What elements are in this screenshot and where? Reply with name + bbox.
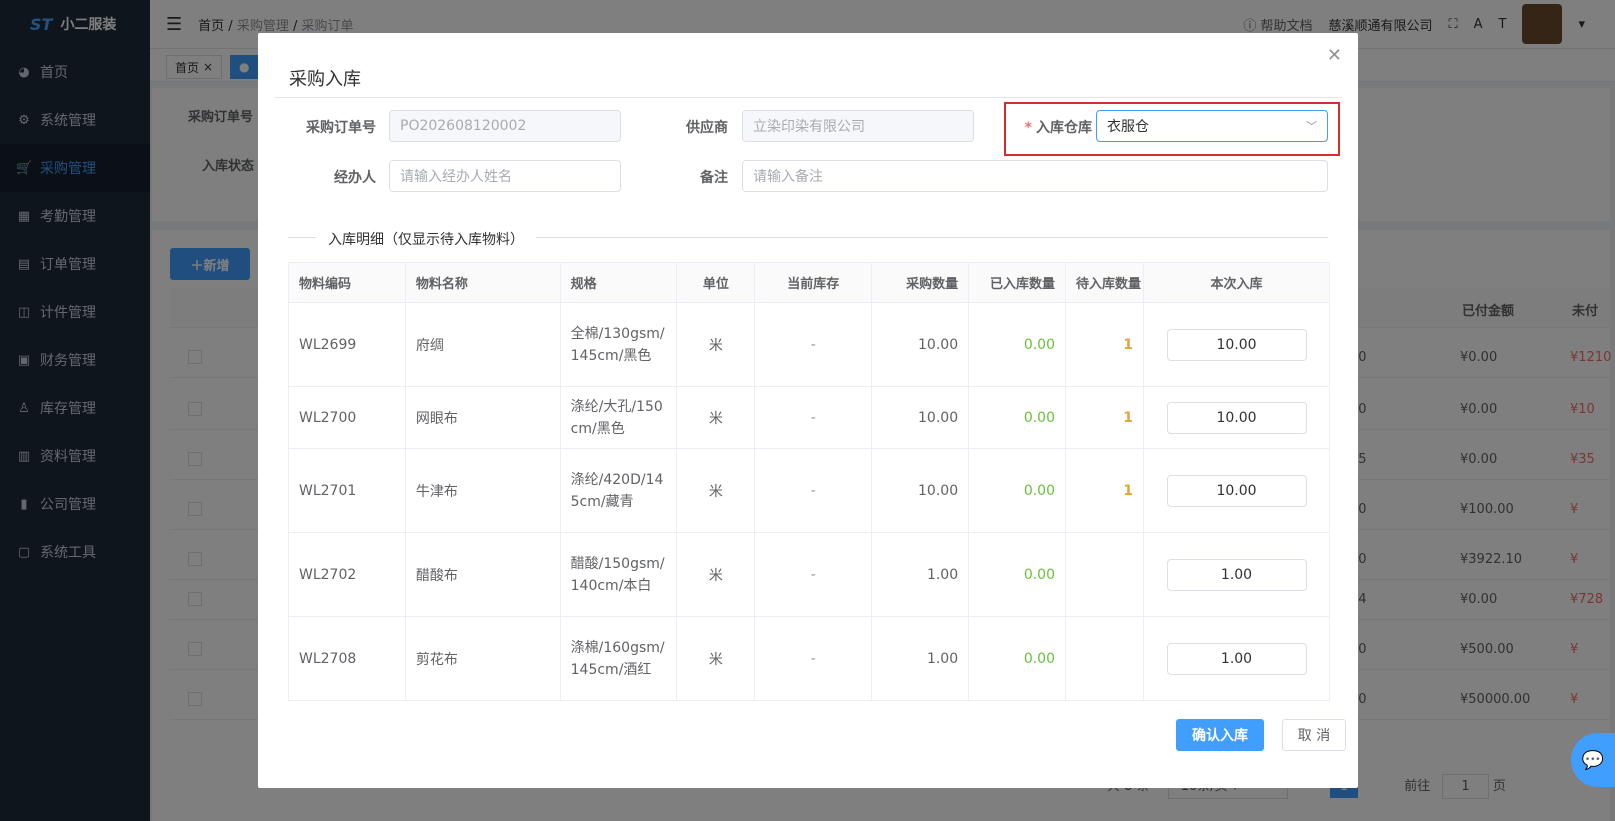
column-header: 采购数量 [871,262,970,303]
spec-cell: 涤纶/420D/145cm/藏青 [559,448,678,533]
qty-cell: 1.00 [1143,532,1330,617]
column-header: 已入库数量 [968,262,1066,303]
purchase-cell: 10.00 [871,386,970,449]
pending-cell [1065,616,1144,701]
unit-cell: 米 [676,532,756,617]
qty-cell: 10.00 [1143,448,1330,533]
qty-cell: 10.00 [1143,386,1330,449]
supplier-label: 供应商 [686,120,728,136]
warehouse-select[interactable]: 衣服仓 ﹀ [1096,110,1328,142]
table-row: WL2700 网眼布 涤纶/大孔/150cm/黑色米 -10.00 0.00 1 10.00 [288,386,1330,449]
stock-cell: - [754,532,873,617]
qty-cell: 1.00 [1143,616,1330,701]
pending-cell: 1 [1065,386,1144,449]
warehouse-label-text: 入库仓库 [1036,120,1092,136]
remark-label: 备注 [700,170,728,186]
table-body: WL2699 府绸 全棉/130gsm/145cm/黑色米 -10.00 0.00 1 10… [288,302,1330,701]
chevron-down-icon: ﹀ [1306,120,1317,133]
purchase-cell: 10.00 [871,302,970,387]
stock-cell: - [754,302,873,387]
name-cell: 剪花布 [404,616,561,701]
column-header: 物料编码 [288,262,406,303]
table-row: WL2702 醋酸布 醋酸/150gsm/140cm/本白米 -1.00 0.00 1.0… [288,532,1330,617]
unit-cell: 米 [676,448,756,533]
spec-cell: 全棉/130gsm/145cm/黑色 [559,302,678,387]
code-cell: WL2699 [288,302,406,387]
stock-cell: - [754,448,873,533]
column-header: 本次入库 [1143,262,1330,303]
cancel-button[interactable]: 取 消 [1282,719,1346,751]
close-icon[interactable]: ✕ [1327,45,1342,66]
name-cell: 府绸 [404,302,561,387]
inbound-qty-input[interactable]: 10.00 [1166,474,1307,507]
purchase-cell: 10.00 [871,448,970,533]
inbound-qty-input[interactable]: 1.00 [1166,642,1307,675]
unit-cell: 米 [676,386,756,449]
pending-cell [1065,532,1144,617]
name-cell: 牛津布 [404,448,561,533]
qty-cell: 10.00 [1143,302,1330,387]
inbound-detail-table: 物料编码 物料名称 规格 单位 当前库存 采购数量 已入库数量 待入库数量 本次入库 WL269… [288,262,1330,701]
inbound-qty-input[interactable]: 1.00 [1166,558,1307,591]
received-cell: 0.00 [968,532,1066,617]
stock-cell: - [754,616,873,701]
order-no-field: PO202608120002 [389,110,621,142]
purchase-cell: 1.00 [871,532,970,617]
spec-cell: 涤纶/大孔/150cm/黑色 [559,386,678,449]
column-header: 待入库数量 [1065,262,1144,303]
name-cell: 网眼布 [404,386,561,449]
handler-input[interactable]: 请输入经办人姓名 [389,160,621,192]
code-cell: WL2700 [288,386,406,449]
table-row: WL2708 剪花布 涤棉/160gsm/145cm/酒红米 -1.00 0.00 1.0… [288,616,1330,701]
column-header: 规格 [559,262,678,303]
table-header-row: 物料编码 物料名称 规格 单位 当前库存 采购数量 已入库数量 待入库数量 本次入库 [288,262,1330,303]
column-header: 单位 [676,262,756,303]
table-row: WL2699 府绸 全棉/130gsm/145cm/黑色米 -10.00 0.00 1 10… [288,302,1330,387]
order-no-label: 采购订单号 [306,120,376,136]
confirm-inbound-button[interactable]: 确认入库 [1176,719,1264,751]
name-cell: 醋酸布 [404,532,561,617]
pending-cell: 1 [1065,302,1144,387]
spec-cell: 醋酸/150gsm/140cm/本白 [559,532,678,617]
dialog-title: 采购入库 [289,69,361,90]
code-cell: WL2702 [288,532,406,617]
received-cell: 0.00 [968,302,1066,387]
unit-cell: 米 [676,616,756,701]
received-cell: 0.00 [968,386,1066,449]
stock-cell: - [754,386,873,449]
warehouse-value: 衣服仓 [1107,119,1149,135]
table-row: WL2701 牛津布 涤纶/420D/145cm/藏青米 -10.00 0.00 1 10.… [288,448,1330,533]
unit-cell: 米 [676,302,756,387]
purchase-cell: 1.00 [871,616,970,701]
supplier-field: 立染印染有限公司 [742,110,974,142]
dialog-header-divider [274,97,1342,98]
column-header: 物料名称 [404,262,561,303]
spec-cell: 涤棉/160gsm/145cm/酒红 [559,616,678,701]
purchase-inbound-dialog: 采购入库 ✕ 采购订单号 PO202608120002 供应商 立染印染有限公司… [258,33,1358,788]
inbound-qty-input[interactable]: 10.00 [1166,328,1307,361]
pending-cell: 1 [1065,448,1144,533]
detail-title: 入库明细（仅显示待入库物料） [316,229,536,249]
received-cell: 0.00 [968,616,1066,701]
handler-label: 经办人 [334,170,376,186]
code-cell: WL2708 [288,616,406,701]
received-cell: 0.00 [968,448,1066,533]
warehouse-label: * 入库仓库 [1024,120,1092,136]
code-cell: WL2701 [288,448,406,533]
inbound-qty-input[interactable]: 10.00 [1166,401,1307,434]
column-header: 当前库存 [754,262,873,303]
remark-input[interactable]: 请输入备注 [742,160,1328,192]
